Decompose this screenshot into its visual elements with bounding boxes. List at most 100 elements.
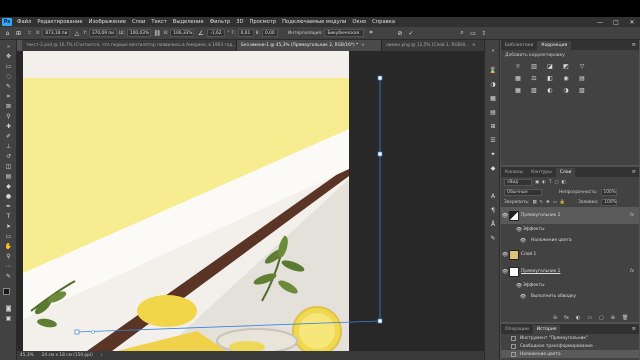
path-select-tool-icon[interactable]: ➤ [3, 222, 14, 231]
zoom-tool-icon[interactable]: ⚲ [3, 252, 14, 261]
menu-layers[interactable]: Слои [129, 19, 148, 25]
close-icon[interactable]: × [361, 43, 365, 48]
zoom-level[interactable]: 45,3% [20, 353, 34, 358]
hue-saturation-icon[interactable]: ▦ [513, 74, 523, 83]
layer-row[interactable]: 👁 Прямоугольник 2 fx [501, 207, 639, 224]
filter-pixel-icon[interactable]: ▣ [535, 180, 539, 185]
eye-icon[interactable]: 👁 [501, 227, 523, 233]
quick-mask-icon[interactable]: ◙ [3, 304, 14, 313]
move-tool-icon[interactable]: ✥ [3, 52, 14, 61]
tab-document[interactable]: текст-2.psd @ 16,7% (Считается, что перв… [22, 40, 237, 51]
quick-select-tool-icon[interactable]: ✎ [3, 82, 14, 91]
exposure-icon[interactable]: ◩ [561, 62, 571, 71]
history-item-current[interactable]: Наложение цвета [501, 350, 639, 358]
color-balance-icon[interactable]: ⚖ [529, 74, 539, 83]
filter-smart-icon[interactable]: ◧ [562, 180, 566, 185]
document-canvas[interactable] [17, 51, 497, 351]
edit-toolbar-icon[interactable]: ✎ [3, 272, 14, 281]
layer-effect-row[interactable]: 👁 Выполнить обводку [501, 291, 639, 302]
menu-plugins[interactable]: Подключаемые модули [279, 19, 349, 25]
panel-menu-icon[interactable]: ≡ [632, 326, 636, 332]
filter-type-icon[interactable]: T [549, 180, 552, 185]
menu-select[interactable]: Выделение [170, 19, 207, 25]
filter-adjust-icon[interactable]: ◐ [542, 180, 546, 185]
search-icon[interactable]: ⌕ [457, 29, 466, 38]
rectangle-tool-icon[interactable]: ▭ [3, 232, 14, 241]
tab-adjustments[interactable]: Коррекция [537, 41, 572, 50]
color-lookup-icon[interactable]: ▦ [513, 86, 523, 95]
menu-3d[interactable]: 3D [233, 19, 246, 25]
eyedropper-tool-icon[interactable]: ⚲ [3, 112, 14, 121]
dodge-tool-icon[interactable]: ● [3, 192, 14, 201]
type-tool-icon[interactable]: T [3, 212, 14, 221]
menu-image[interactable]: Изображение [86, 19, 129, 25]
brightness-icon[interactable]: ☼ [513, 62, 523, 71]
swatches-panel-icon[interactable]: ▦ [488, 94, 498, 103]
history-item[interactable]: Свободное трансформирование [501, 342, 639, 350]
curves-icon[interactable]: ◪ [545, 62, 555, 71]
home-icon[interactable]: ⌂ [3, 29, 12, 38]
fx-icon[interactable]: fx [630, 269, 634, 274]
fx-icon[interactable]: fx [630, 213, 634, 218]
history-panel-icon[interactable]: ⌛ [488, 66, 498, 75]
lock-pixels-icon[interactable]: ▦ [532, 200, 536, 205]
tab-document[interactable]: лимон.png @ 12,5% (Слой 1, RGB/8... × [382, 40, 497, 51]
levels-icon[interactable]: ▥ [529, 62, 539, 71]
opacity-input[interactable]: 100% [600, 188, 617, 196]
link-layers-icon[interactable]: ⊖ [553, 315, 557, 321]
gradient-tool-icon[interactable]: ▤ [3, 172, 14, 181]
eye-icon[interactable]: 👁 [501, 213, 509, 219]
layer-effects-row[interactable]: 👁 Эффекты [501, 224, 639, 235]
eye-icon[interactable]: 👁 [501, 269, 509, 275]
libraries-panel-icon[interactable]: ✦ [488, 150, 498, 159]
menu-window[interactable]: Окно [349, 19, 369, 25]
layer-name[interactable]: Прямоугольник 1 [521, 269, 560, 274]
crop-tool-icon[interactable]: ⌗ [3, 92, 14, 101]
paragraph-panel-icon[interactable]: ¶ [488, 206, 498, 215]
glyphs-panel-icon[interactable]: Å [488, 220, 498, 229]
new-layer-icon[interactable]: ⊕ [611, 315, 615, 321]
angle-input[interactable]: -1,62 [207, 29, 226, 37]
vibrance-icon[interactable]: ▽ [577, 62, 587, 71]
stamp-tool-icon[interactable]: ⊥ [3, 142, 14, 151]
menu-type[interactable]: Текст [148, 19, 169, 25]
patterns-panel-icon[interactable]: ⊞ [488, 122, 498, 131]
brush-tool-icon[interactable]: ✐ [3, 132, 14, 141]
trash-icon[interactable]: 🗑 [622, 315, 628, 321]
canvas-area[interactable] [17, 51, 497, 351]
chevron-right-icon[interactable]: › [101, 353, 103, 358]
lock-move-icon[interactable]: ✥ [546, 200, 550, 205]
close-icon[interactable]: × [472, 43, 476, 48]
gradients-panel-icon[interactable]: ▤ [488, 108, 498, 117]
cancel-transform-icon[interactable]: ⊘ [395, 29, 404, 38]
height-input[interactable]: 106,33% [170, 29, 195, 37]
tab-channels[interactable]: Каналы [501, 168, 527, 177]
h-skew-input[interactable]: 0,61 [237, 29, 254, 37]
commit-transform-icon[interactable]: ✓ [406, 29, 415, 38]
menu-edit[interactable]: Редактирование [34, 19, 85, 25]
gradient-map-icon[interactable]: ▧ [577, 86, 587, 95]
layer-effect-row[interactable]: 👁 Наложение цвета [501, 235, 639, 246]
character-panel-icon[interactable]: A [488, 192, 498, 201]
tab-libraries[interactable]: Библиотеки [501, 41, 537, 50]
brush-settings-icon[interactable]: ✎ [488, 234, 498, 243]
layer-effects-row[interactable]: 👁 Эффекты [501, 280, 639, 291]
lasso-tool-icon[interactable]: ◌ [3, 72, 14, 81]
color-panel-icon[interactable]: ◑ [488, 80, 498, 89]
link-icon[interactable]: ⛓ [153, 29, 162, 38]
add-style-icon[interactable]: fx [564, 315, 569, 321]
foreground-color-swatch[interactable] [3, 288, 10, 295]
blur-tool-icon[interactable]: ◆ [3, 182, 14, 191]
history-brush-tool-icon[interactable]: ↺ [3, 152, 14, 161]
minimize-button[interactable]: — [592, 17, 608, 27]
eye-icon[interactable]: 👁 [501, 283, 523, 289]
invert-icon[interactable]: ▨ [529, 86, 539, 95]
menu-view[interactable]: Просмотр [247, 19, 280, 25]
properties-panel-icon[interactable]: ☰ [488, 136, 498, 145]
tab-layers[interactable]: Слои [555, 168, 576, 177]
eye-icon[interactable]: 👁 [501, 294, 531, 300]
tab-history[interactable]: История [532, 325, 561, 334]
artboard-tool-icon[interactable]: ▭ [3, 62, 14, 71]
filter-shape-icon[interactable]: ▢ [554, 180, 558, 185]
share-icon[interactable]: ⇪ [479, 29, 488, 38]
